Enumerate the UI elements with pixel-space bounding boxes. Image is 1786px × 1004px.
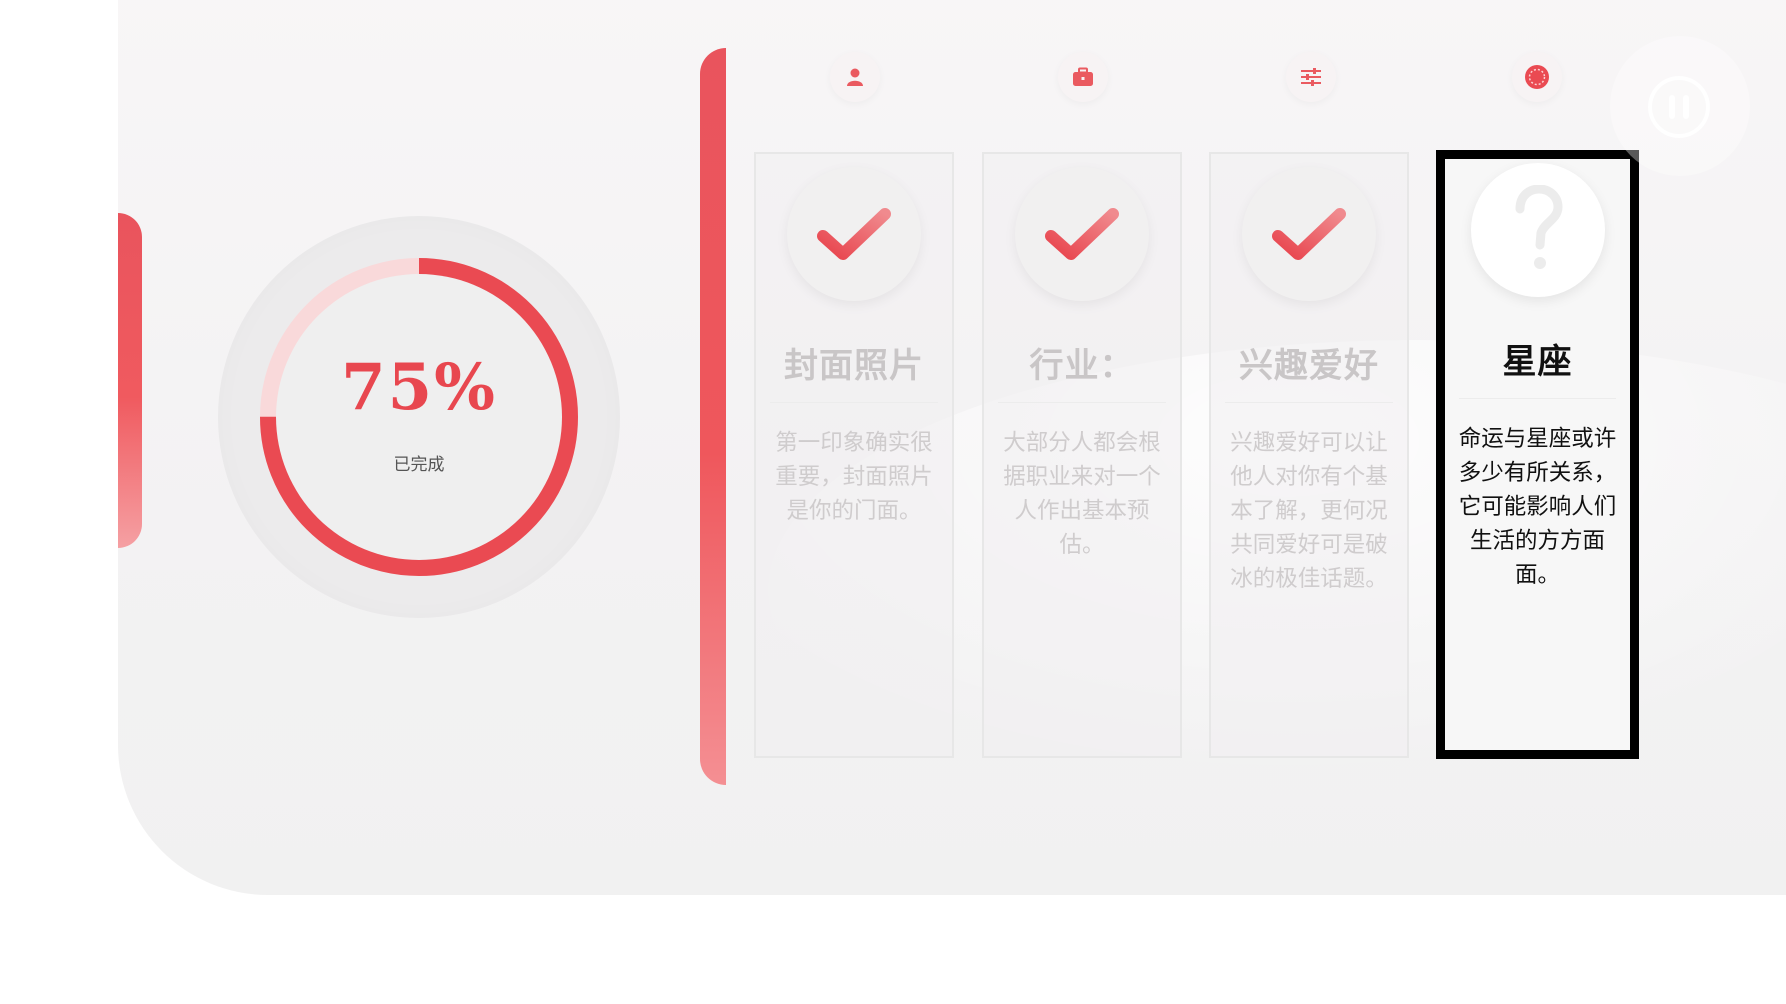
checkmark-icon [1045,208,1119,260]
pause-button[interactable] [1648,76,1710,138]
checkmark-icon [1272,208,1346,260]
vertical-divider [700,48,726,785]
card-separator [770,402,938,403]
card-title: 行业： [1029,346,1135,386]
step-photo[interactable] [830,52,880,102]
check-badge [1242,167,1376,301]
card-separator [998,402,1166,403]
question-mark-icon [1515,185,1563,269]
progress-percent: 75% [341,350,497,425]
checkmark-icon [817,208,891,260]
card-zodiac[interactable]: 星座 命运与星座或许多少有所关系，它可能影响人们生活的方方面面。 [1436,150,1639,759]
question-badge [1470,163,1605,297]
card-title: 星座 [1502,342,1573,382]
briefcase-icon [1073,67,1093,86]
step-industry[interactable] [1058,52,1108,102]
card-description: 大部分人都会根据职业来对一个人作出基本预估。 [1003,430,1161,558]
sliders-icon [1301,68,1321,86]
step-hobbies[interactable] [1286,52,1336,102]
card-hobbies[interactable]: 兴趣爱好 兴趣爱好可以让他人对你有个基本了解，更何况共同爱好可是破冰的极佳话题。 [1209,152,1409,758]
card-separator [1225,402,1393,403]
step-zodiac[interactable] [1512,52,1562,102]
card-title: 封面照片 [784,346,924,386]
card-title: 兴趣爱好 [1239,346,1379,386]
card-photo[interactable]: 封面照片 第一印象确实很重要，封面照片是你的门面。 [754,152,954,758]
card-description: 命运与星座或许多少有所关系，它可能影响人们生活的方方面面。 [1458,426,1617,588]
card-description: 第一印象确实很重要，封面照片是你的门面。 [775,430,933,524]
left-accent-bar [118,213,142,548]
zodiac-icon [1525,65,1549,89]
progress-label: 已完成 [393,455,445,475]
check-badge [787,167,921,301]
check-badge [1015,167,1149,301]
card-description: 兴趣爱好可以让他人对你有个基本了解，更何况共同爱好可是破冰的极佳话题。 [1230,430,1388,592]
card-separator [1459,398,1616,399]
card-industry[interactable]: 行业： 大部分人都会根据职业来对一个人作出基本预估。 [982,152,1182,758]
user-icon [847,68,863,86]
